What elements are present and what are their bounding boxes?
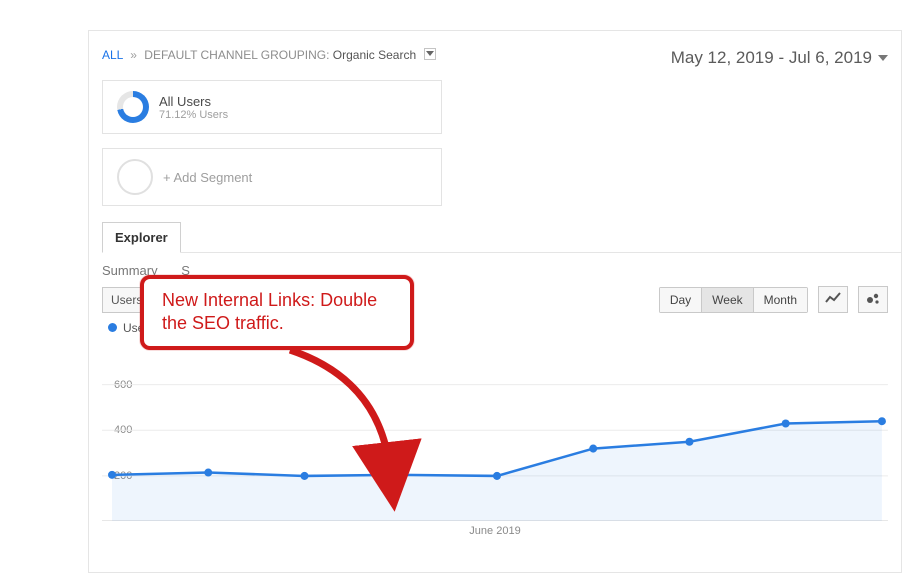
metric-select-label: Users — [111, 293, 142, 307]
xtick-june: June 2019 — [469, 525, 520, 537]
tab-explorer[interactable]: Explorer — [102, 222, 181, 253]
date-range-text: May 12, 2019 - Jul 6, 2019 — [671, 48, 872, 68]
line-chart-icon — [825, 291, 841, 305]
motion-chart-button[interactable] — [858, 286, 888, 313]
segment-title: All Users — [159, 94, 228, 109]
annotation-callout: New Internal Links: Double the SEO traff… — [140, 275, 414, 350]
date-range-picker[interactable]: May 12, 2019 - Jul 6, 2019 — [671, 48, 888, 68]
segment-subtitle: 71.12% Users — [159, 109, 228, 121]
add-segment-button[interactable]: + Add Segment — [102, 148, 442, 206]
donut-icon — [117, 91, 149, 123]
breadcrumb-group-value: Organic Search — [333, 48, 416, 62]
line-chart: 600 400 200 June 2019 — [102, 339, 888, 521]
breadcrumb-group-label: DEFAULT CHANNEL GROUPING: — [144, 48, 329, 62]
caret-down-icon — [878, 55, 888, 61]
toggle-day[interactable]: Day — [659, 287, 701, 313]
add-segment-label: + Add Segment — [163, 170, 252, 185]
toggle-month[interactable]: Month — [753, 287, 808, 313]
toggle-week[interactable]: Week — [701, 287, 752, 313]
tab-bar: Explorer — [102, 222, 902, 253]
bubble-icon — [865, 291, 881, 305]
empty-circle-icon — [117, 159, 153, 195]
breadcrumb-all-link[interactable]: ALL — [102, 48, 123, 62]
annotation-arrow-icon — [270, 340, 470, 500]
chart-type-button[interactable] — [818, 286, 848, 313]
annotation-text: New Internal Links: Double the SEO traff… — [162, 290, 377, 333]
chart-svg — [102, 339, 888, 521]
legend-dot-icon — [108, 323, 117, 332]
breadcrumb: ALL » DEFAULT CHANNEL GROUPING: Organic … — [102, 48, 436, 62]
segment-all-users[interactable]: All Users 71.12% Users — [102, 80, 442, 134]
chevron-right-icon: » — [130, 48, 137, 62]
breadcrumb-dropdown-button[interactable] — [424, 48, 436, 60]
time-granularity-toggle: Day Week Month — [659, 287, 808, 313]
